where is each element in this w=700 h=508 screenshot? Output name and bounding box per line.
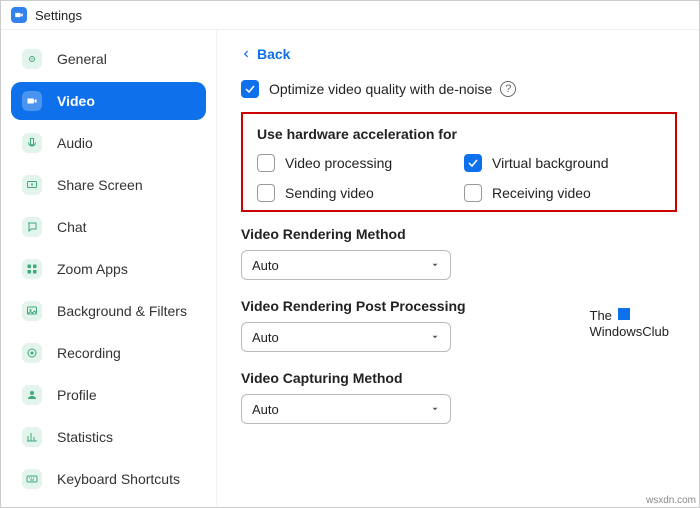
- apps-icon: [21, 258, 43, 280]
- sidebar-item-accessibility[interactable]: Accessibility: [11, 502, 206, 506]
- hw-checkbox[interactable]: [464, 184, 482, 202]
- back-label: Back: [257, 46, 290, 62]
- rec-icon: [21, 342, 43, 364]
- sidebar-item-background-filters[interactable]: Background & Filters: [11, 292, 206, 330]
- main-panel: Back Optimize video quality with de-nois…: [216, 30, 699, 506]
- help-icon[interactable]: ?: [500, 81, 516, 97]
- select-value: Auto: [252, 258, 279, 273]
- hw-option-label: Receiving video: [492, 185, 591, 201]
- zoom-app-icon: [11, 7, 27, 23]
- chat-icon: [21, 216, 43, 238]
- sidebar-item-label: General: [57, 51, 107, 67]
- chevron-left-icon: [241, 49, 251, 59]
- sidebar-item-label: Video: [57, 93, 95, 109]
- select-video-rendering-post-processing[interactable]: Auto: [241, 322, 451, 352]
- hw-option-virtual-background: Virtual background: [464, 154, 661, 172]
- hw-checkbox[interactable]: [257, 154, 275, 172]
- hw-option-label: Sending video: [285, 185, 374, 201]
- sidebar-item-label: Audio: [57, 135, 93, 151]
- hw-option-sending-video: Sending video: [257, 184, 454, 202]
- optimize-checkbox[interactable]: [241, 80, 259, 98]
- chevron-down-icon: [430, 404, 440, 414]
- sidebar-item-label: Share Screen: [57, 177, 143, 193]
- hw-option-receiving-video: Receiving video: [464, 184, 661, 202]
- optimize-label: Optimize video quality with de-noise: [269, 81, 492, 97]
- select-value: Auto: [252, 402, 279, 417]
- general-icon: [21, 48, 43, 70]
- sidebar: General Video Audio Share Screen Chat Zoom Ap…: [1, 30, 216, 506]
- section-title: Video Capturing Method: [241, 370, 677, 386]
- sidebar-item-label: Statistics: [57, 429, 113, 445]
- sidebar-item-zoom-apps[interactable]: Zoom Apps: [11, 250, 206, 288]
- chevron-down-icon: [430, 260, 440, 270]
- sidebar-item-label: Keyboard Shortcuts: [57, 471, 180, 487]
- chevron-down-icon: [430, 332, 440, 342]
- window-title: Settings: [35, 8, 82, 23]
- sidebar-item-label: Zoom Apps: [57, 261, 128, 277]
- audio-icon: [21, 132, 43, 154]
- hw-title: Use hardware acceleration for: [257, 126, 661, 142]
- sidebar-item-label: Background & Filters: [57, 303, 187, 319]
- optimize-row: Optimize video quality with de-noise ?: [241, 80, 677, 98]
- sidebar-item-general[interactable]: General: [11, 40, 206, 78]
- share-icon: [21, 174, 43, 196]
- select-video-rendering-method[interactable]: Auto: [241, 250, 451, 280]
- sidebar-item-label: Recording: [57, 345, 121, 361]
- sidebar-item-keyboard-shortcuts[interactable]: Keyboard Shortcuts: [11, 460, 206, 498]
- sidebar-item-video[interactable]: Video: [11, 82, 206, 120]
- hw-checkbox[interactable]: [257, 184, 275, 202]
- section-title: Video Rendering Method: [241, 226, 677, 242]
- hw-option-label: Video processing: [285, 155, 392, 171]
- sidebar-item-audio[interactable]: Audio: [11, 124, 206, 162]
- hw-option-video-processing: Video processing: [257, 154, 454, 172]
- sidebar-item-recording[interactable]: Recording: [11, 334, 206, 372]
- sidebar-item-profile[interactable]: Profile: [11, 376, 206, 414]
- watermark-square-icon: [618, 308, 630, 320]
- sidebar-item-statistics[interactable]: Statistics: [11, 418, 206, 456]
- profile-icon: [21, 384, 43, 406]
- titlebar: Settings: [1, 1, 699, 30]
- sidebar-item-label: Profile: [57, 387, 97, 403]
- select-video-capturing-method[interactable]: Auto: [241, 394, 451, 424]
- sidebar-item-chat[interactable]: Chat: [11, 208, 206, 246]
- select-value: Auto: [252, 330, 279, 345]
- video-icon: [21, 90, 43, 112]
- hw-option-label: Virtual background: [492, 155, 608, 171]
- hw-accel-box: Use hardware acceleration for Video proc…: [241, 112, 677, 212]
- hw-checkbox[interactable]: [464, 154, 482, 172]
- sidebar-item-share-screen[interactable]: Share Screen: [11, 166, 206, 204]
- credit-text: wsxdn.com: [646, 495, 696, 506]
- kb-icon: [21, 468, 43, 490]
- bg-icon: [21, 300, 43, 322]
- watermark: The WindowsClub: [590, 308, 669, 339]
- back-link[interactable]: Back: [241, 46, 677, 62]
- stats-icon: [21, 426, 43, 448]
- sidebar-item-label: Chat: [57, 219, 87, 235]
